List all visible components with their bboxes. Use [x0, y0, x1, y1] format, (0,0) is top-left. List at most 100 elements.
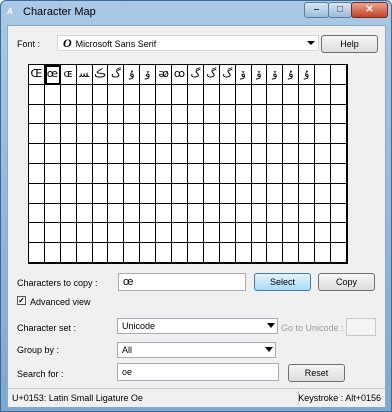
character-cell[interactable]: [251, 203, 268, 224]
character-cell[interactable]: [283, 144, 300, 164]
character-cell[interactable]: [140, 183, 157, 204]
character-cell[interactable]: [29, 163, 45, 184]
character-cell[interactable]: [124, 84, 141, 105]
character-cell[interactable]: [108, 124, 125, 145]
character-cell[interactable]: [251, 84, 268, 105]
character-cell[interactable]: [299, 243, 316, 263]
character-cell[interactable]: [299, 163, 316, 184]
character-cell[interactable]: [187, 104, 204, 125]
character-cell[interactable]: [251, 223, 268, 244]
character-cell[interactable]: [172, 223, 188, 244]
character-cell[interactable]: [203, 144, 220, 164]
character-cell[interactable]: [283, 183, 300, 204]
character-cell[interactable]: [283, 243, 300, 263]
character-cell[interactable]: Œ: [29, 65, 45, 85]
character-grid[interactable]: Œœɶﺴڪﮒﯗﯙꭁꝏﮒﮒﮒﯙﯙﯙﯗﯗ: [28, 64, 348, 264]
character-cell[interactable]: [331, 65, 347, 85]
character-cell[interactable]: [267, 183, 284, 204]
character-cell[interactable]: ɶ: [60, 65, 77, 85]
character-cell[interactable]: [76, 104, 93, 125]
character-cell[interactable]: [267, 104, 284, 125]
character-cell[interactable]: [92, 203, 109, 224]
character-cell[interactable]: [60, 163, 77, 184]
select-button[interactable]: Select: [254, 273, 311, 291]
character-cell[interactable]: [76, 163, 93, 184]
character-cell[interactable]: [219, 124, 236, 145]
character-cell[interactable]: [29, 203, 45, 224]
character-cell[interactable]: [219, 223, 236, 244]
character-cell[interactable]: [108, 104, 125, 125]
character-cell[interactable]: [331, 104, 347, 125]
character-cell[interactable]: [29, 183, 45, 204]
character-cell[interactable]: [267, 163, 284, 184]
character-cell[interactable]: ﯗ: [124, 65, 141, 85]
character-cell[interactable]: [92, 84, 109, 105]
search-input[interactable]: oe: [117, 363, 279, 381]
character-cell[interactable]: [267, 203, 284, 224]
character-cell[interactable]: ﯙ: [140, 65, 157, 85]
character-cell[interactable]: [203, 84, 220, 105]
title-bar[interactable]: A Character Map – □ ✕: [1, 1, 391, 23]
character-cell[interactable]: [124, 144, 141, 164]
character-cell[interactable]: [315, 243, 332, 263]
character-cell[interactable]: [108, 223, 125, 244]
character-cell[interactable]: ڪ: [92, 65, 109, 85]
character-cell[interactable]: [156, 203, 173, 224]
character-cell[interactable]: [44, 183, 61, 204]
help-button[interactable]: Help: [321, 35, 378, 53]
character-cell[interactable]: [283, 104, 300, 125]
character-cell[interactable]: [124, 203, 141, 224]
character-cell[interactable]: [267, 84, 284, 105]
character-cell[interactable]: [156, 144, 173, 164]
character-cell[interactable]: [299, 144, 316, 164]
character-cell[interactable]: [235, 104, 252, 125]
character-cell[interactable]: [172, 84, 188, 105]
font-dropdown[interactable]: O Microsoft Sans Serif: [57, 35, 319, 51]
character-cell[interactable]: [156, 163, 173, 184]
close-button[interactable]: ✕: [351, 2, 388, 18]
character-cell[interactable]: [60, 84, 77, 105]
character-cell[interactable]: [187, 203, 204, 224]
character-cell[interactable]: [140, 223, 157, 244]
character-cell[interactable]: [267, 223, 284, 244]
copy-button[interactable]: Copy: [318, 273, 375, 291]
character-cell[interactable]: [92, 163, 109, 184]
character-cell[interactable]: [299, 223, 316, 244]
character-cell[interactable]: [60, 104, 77, 125]
character-cell[interactable]: [315, 104, 332, 125]
character-cell[interactable]: [29, 144, 45, 164]
character-cell[interactable]: [108, 163, 125, 184]
character-cell[interactable]: [251, 183, 268, 204]
character-cell[interactable]: [315, 183, 332, 204]
character-cell[interactable]: [60, 223, 77, 244]
character-cell[interactable]: [235, 203, 252, 224]
character-cell[interactable]: [299, 84, 316, 105]
character-cell[interactable]: [44, 124, 61, 145]
character-cell[interactable]: [108, 84, 125, 105]
character-cell[interactable]: ﯙ: [235, 65, 252, 85]
character-cell[interactable]: [29, 84, 45, 105]
character-cell[interactable]: [44, 144, 61, 164]
character-cell[interactable]: [331, 183, 347, 204]
character-cell[interactable]: [76, 84, 93, 105]
character-cell[interactable]: [235, 223, 252, 244]
character-cell[interactable]: [203, 104, 220, 125]
character-cell[interactable]: ﮒ: [187, 65, 204, 85]
character-cell[interactable]: [124, 124, 141, 145]
character-cell[interactable]: [235, 243, 252, 263]
character-cell[interactable]: [76, 124, 93, 145]
character-cell[interactable]: [29, 243, 45, 263]
character-cell[interactable]: [140, 163, 157, 184]
character-cell[interactable]: [331, 223, 347, 244]
character-cell[interactable]: [76, 144, 93, 164]
character-cell[interactable]: [187, 124, 204, 145]
character-cell[interactable]: [92, 144, 109, 164]
character-cell[interactable]: [29, 124, 45, 145]
character-cell[interactable]: [172, 104, 188, 125]
character-cell[interactable]: [92, 223, 109, 244]
character-cell[interactable]: [331, 144, 347, 164]
character-cell[interactable]: [187, 84, 204, 105]
character-cell[interactable]: [187, 183, 204, 204]
character-cell[interactable]: [108, 183, 125, 204]
reset-button[interactable]: Reset: [288, 364, 345, 382]
